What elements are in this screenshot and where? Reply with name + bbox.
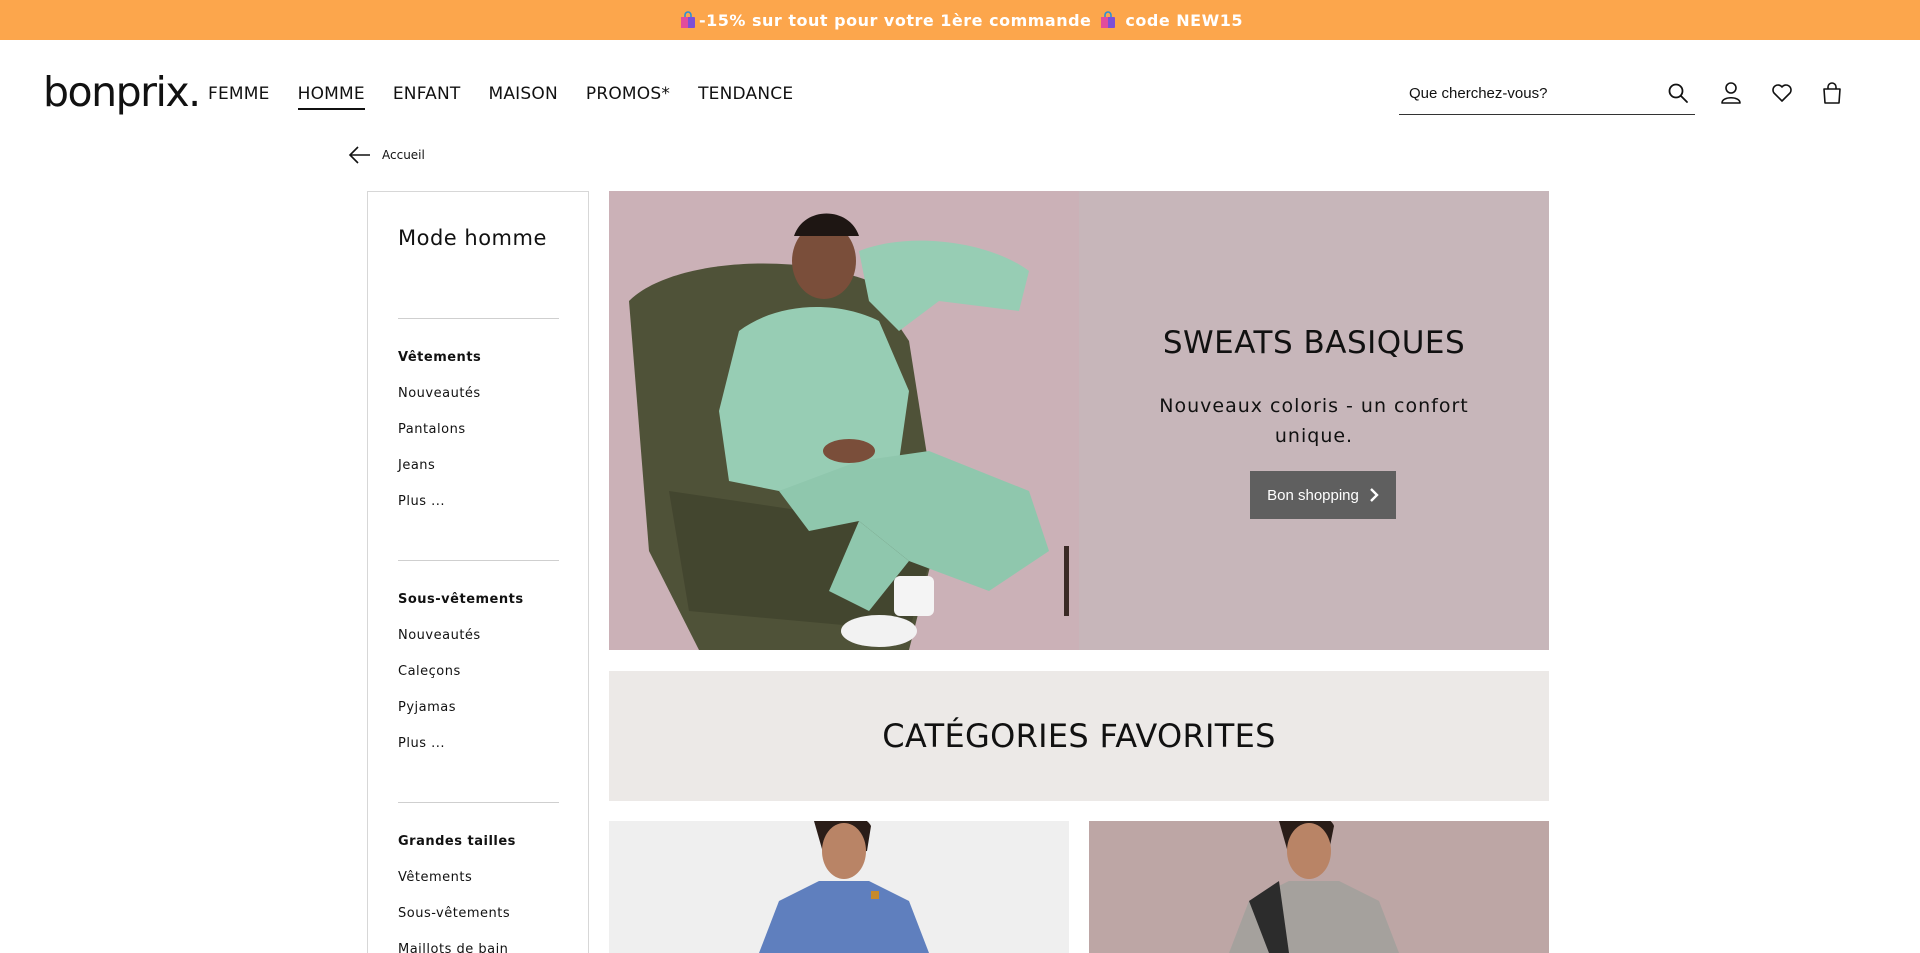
hero-photo-man-in-sweatsuit bbox=[609, 191, 1079, 650]
nav-enfant[interactable]: ENFANT bbox=[393, 84, 461, 110]
sidebar-item[interactable]: Sous-vêtements bbox=[398, 906, 516, 942]
search-icon[interactable] bbox=[1667, 82, 1689, 104]
hero-title: SWEATS BASIQUES bbox=[1162, 325, 1466, 361]
sidebar-group-title[interactable]: Grandes tailles bbox=[398, 834, 516, 870]
sidebar-group-title[interactable]: Sous-vêtements bbox=[398, 592, 524, 628]
shopping-bag-emoji-icon bbox=[1101, 11, 1116, 28]
heart-icon[interactable] bbox=[1769, 80, 1795, 106]
nav-tendance[interactable]: TENDANCE bbox=[698, 84, 793, 110]
sidebar-item[interactable]: Nouveautés bbox=[398, 386, 481, 422]
category-photo-man-knit-sweater bbox=[1089, 821, 1549, 953]
sidebar-item[interactable]: Maillots de bain bbox=[398, 942, 516, 953]
sidebar-item[interactable]: Caleçons bbox=[398, 664, 524, 700]
hero-text-panel: SWEATS BASIQUES Nouveaux coloris - un co… bbox=[1079, 191, 1549, 650]
sidebar-item[interactable]: Nouveautés bbox=[398, 628, 524, 664]
shop-now-button[interactable]: Bon shopping bbox=[1250, 471, 1396, 519]
sidebar-item[interactable]: Pantalons bbox=[398, 422, 481, 458]
sidebar-group-sous-vetements: Sous-vêtements Nouveautés Caleçons Pyjam… bbox=[398, 592, 524, 772]
category-photo-man-blue-polo bbox=[609, 821, 1069, 953]
bonprix-logo[interactable]: bonprix. bbox=[43, 68, 201, 116]
hero-banner[interactable]: SWEATS BASIQUES Nouveaux coloris - un co… bbox=[609, 191, 1549, 650]
nav-homme[interactable]: HOMME bbox=[297, 84, 365, 110]
category-tile-polo[interactable] bbox=[609, 821, 1069, 953]
back-label: Accueil bbox=[382, 148, 425, 162]
arrow-left-icon bbox=[348, 146, 370, 164]
sidebar-item[interactable]: Jeans bbox=[398, 458, 481, 494]
chevron-right-icon bbox=[1370, 488, 1379, 502]
search-input[interactable] bbox=[1409, 80, 1649, 106]
sidebar-item[interactable]: Vêtements bbox=[398, 870, 516, 906]
shopping-bag-emoji-icon bbox=[680, 11, 695, 28]
shop-now-label: Bon shopping bbox=[1267, 486, 1359, 504]
sidebar-group-title[interactable]: Vêtements bbox=[398, 350, 481, 386]
category-sidebar: Mode homme Vêtements Nouveautés Pantalon… bbox=[367, 191, 589, 953]
site-header: bonprix. FEMME HOMME ENFANT MAISON PROMO… bbox=[0, 40, 1920, 146]
sidebar-title: Mode homme bbox=[398, 226, 547, 250]
promo-code: code NEW15 bbox=[1125, 10, 1243, 30]
nav-maison[interactable]: MAISON bbox=[488, 84, 557, 110]
main-nav: FEMME HOMME ENFANT MAISON PROMOS* TENDAN… bbox=[208, 84, 821, 110]
back-to-home-link[interactable]: Accueil bbox=[348, 145, 425, 165]
category-tile-knitwear[interactable] bbox=[1089, 821, 1549, 953]
sidebar-group-grandes-tailles: Grandes tailles Vêtements Sous-vêtements… bbox=[398, 834, 516, 953]
section-title: CATÉGORIES FAVORITES bbox=[882, 717, 1276, 755]
divider bbox=[398, 802, 559, 803]
search-box bbox=[1399, 72, 1695, 115]
hero-subtitle: Nouveaux coloris - un confort unique. bbox=[1159, 395, 1469, 447]
promo-banner[interactable]: -15% sur tout pour votre 1ère commande c… bbox=[0, 0, 1920, 40]
promo-text: -15% sur tout pour votre 1ère commande bbox=[698, 10, 1092, 30]
divider bbox=[398, 560, 559, 561]
sidebar-item[interactable]: Pyjamas bbox=[398, 700, 524, 736]
sidebar-item-more[interactable]: Plus ... bbox=[398, 494, 481, 530]
shopping-bag-icon[interactable] bbox=[1819, 80, 1845, 106]
user-icon[interactable] bbox=[1718, 80, 1744, 106]
nav-promos[interactable]: PROMOS* bbox=[586, 84, 670, 110]
sidebar-group-vetements: Vêtements Nouveautés Pantalons Jeans Plu… bbox=[398, 350, 481, 530]
nav-femme[interactable]: FEMME bbox=[208, 84, 270, 110]
sidebar-item-more[interactable]: Plus ... bbox=[398, 736, 524, 772]
favorite-categories-header: CATÉGORIES FAVORITES bbox=[609, 671, 1549, 801]
divider bbox=[398, 318, 559, 319]
